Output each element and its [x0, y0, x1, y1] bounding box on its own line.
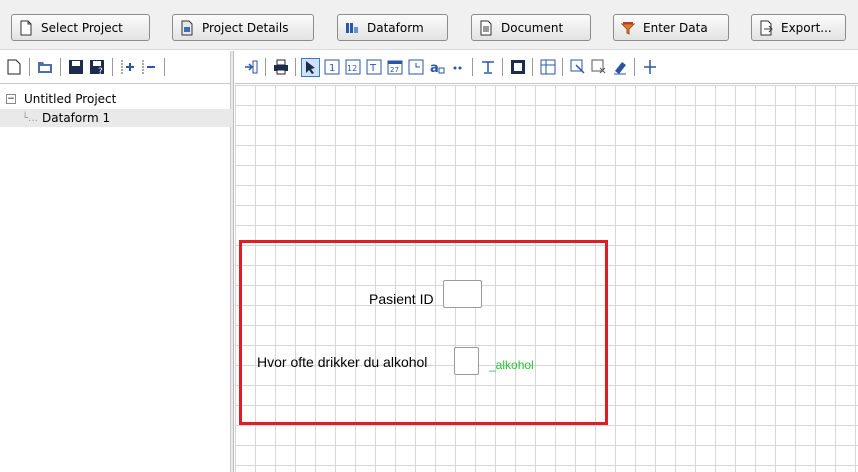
toolbar-separator [502, 58, 503, 76]
field-variable-name: _alkohol [489, 358, 534, 372]
export-button[interactable]: Export... [751, 14, 846, 41]
project-tree-panel: ? − Untitled Project └… Dataform 1 [0, 51, 231, 472]
toolbar-separator [112, 58, 113, 76]
collapse-toggle[interactable]: − [6, 94, 16, 104]
document-button[interactable]: Document [471, 14, 591, 41]
select-project-label: Select Project [41, 20, 123, 35]
tree-item-dataform-label: Dataform 1 [42, 111, 111, 125]
toolbar-separator [562, 58, 563, 76]
field-properties-icon[interactable] [568, 58, 587, 77]
print-icon[interactable] [271, 58, 290, 77]
field-label-alkohol: Hvor ofte drikker du alkohol [257, 354, 428, 370]
dataform-button[interactable]: Dataform [337, 14, 448, 41]
export-icon [760, 20, 773, 35]
open-file-icon[interactable] [36, 58, 54, 76]
svg-text:?: ? [98, 67, 103, 75]
field-label-pasient-id: Pasient ID [369, 291, 434, 307]
save-as-icon[interactable]: ? [88, 58, 106, 76]
tree-item-project[interactable]: − Untitled Project [6, 90, 116, 108]
expand-all-icon[interactable] [119, 58, 137, 76]
tree-connector-icon: └… [22, 112, 39, 124]
svg-text:T: T [369, 63, 377, 74]
new-file-icon[interactable] [5, 58, 23, 76]
panel-splitter[interactable] [231, 51, 234, 472]
main-toolbar: Select Project Project Details Dataform … [0, 0, 858, 50]
dataform-icon [346, 22, 358, 33]
document-label: Document [501, 20, 564, 35]
pasient-id-field[interactable] [443, 280, 482, 308]
delete-field-icon[interactable] [589, 58, 608, 77]
integer-field-icon[interactable]: 1 [322, 58, 341, 77]
tree-item-dataform[interactable]: └… Dataform 1 [0, 109, 231, 127]
text-field-icon[interactable]: T [364, 58, 383, 77]
date-field-icon[interactable]: 27 [385, 58, 404, 77]
enter-data-icon [620, 21, 636, 35]
alkohol-field[interactable] [454, 347, 479, 375]
svg-text:a: a [430, 61, 439, 75]
svg-text:1: 1 [329, 63, 335, 74]
new-document-icon [20, 20, 32, 35]
project-details-icon [181, 20, 193, 35]
insert-field-icon[interactable] [241, 58, 260, 77]
label-text-icon[interactable] [478, 58, 497, 77]
tree-item-project-label: Untitled Project [24, 92, 117, 106]
toolbar-separator [29, 58, 30, 76]
tree-toolbar: ? [0, 51, 230, 84]
export-label: Export... [781, 20, 832, 35]
highlight-annotation-box [239, 240, 608, 425]
project-details-button[interactable]: Project Details [172, 14, 314, 41]
toolbar-separator [295, 58, 296, 76]
project-details-label: Project Details [202, 20, 289, 35]
toolbar-separator [472, 58, 473, 76]
eraser-icon[interactable] [610, 58, 629, 77]
save-icon[interactable] [67, 58, 85, 76]
more-fields-icon[interactable] [448, 58, 467, 77]
group-box-icon[interactable] [508, 58, 527, 77]
time-field-icon[interactable] [406, 58, 425, 77]
select-pointer-icon[interactable] [301, 57, 320, 77]
float-field-icon[interactable]: 12 [343, 58, 362, 77]
auto-text-icon[interactable]: a [427, 58, 446, 77]
toolbar-separator [164, 58, 165, 76]
table-layout-icon[interactable] [538, 58, 557, 77]
enter-data-label: Enter Data [643, 20, 708, 35]
dataform-label: Dataform [367, 20, 424, 35]
toolbar-separator [532, 58, 533, 76]
enter-data-button[interactable]: Enter Data [613, 14, 729, 41]
collapse-all-icon[interactable] [140, 58, 158, 76]
design-toolbar: 1 12 T 27 a [235, 51, 858, 84]
toolbar-separator [265, 58, 266, 76]
svg-text:27: 27 [390, 66, 399, 74]
svg-text:12: 12 [347, 64, 357, 73]
align-icon[interactable] [640, 58, 659, 77]
select-project-button[interactable]: Select Project [11, 14, 150, 41]
toolbar-separator [634, 58, 635, 76]
document-icon [480, 20, 492, 35]
toolbar-separator [60, 58, 61, 76]
